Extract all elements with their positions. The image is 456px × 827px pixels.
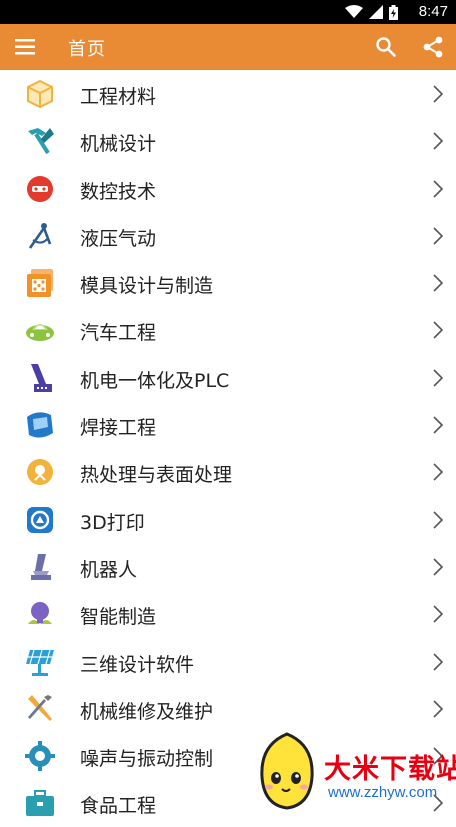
list-item-label: 3D打印 [80, 511, 145, 534]
page-title: 首页 [68, 39, 106, 60]
list-item-label: 机器人 [80, 558, 138, 581]
toolbox-icon [26, 790, 54, 817]
list-item[interactable]: 模具设计与制造 [0, 259, 456, 306]
search-icon[interactable] [375, 36, 397, 58]
status-time: 8:47 [418, 3, 448, 20]
app-bar: 首页 [0, 24, 456, 70]
list-item-label: 工程材料 [80, 86, 157, 108]
chevron-right-icon [433, 605, 444, 623]
chevron-right-icon [433, 416, 444, 434]
chevron-right-icon [433, 369, 444, 387]
list-item-label: 汽车工程 [80, 322, 157, 345]
wifi-icon [345, 5, 363, 18]
status-icons [345, 4, 398, 20]
category-list: 工程材料 机械设计 数控技术 液压气动 模具设计与制造 汽车工程 机电一体化及P… [0, 70, 456, 827]
robot-arm-icon [31, 553, 51, 580]
share-icon[interactable] [422, 36, 444, 58]
battery-icon [389, 4, 398, 20]
list-item[interactable]: 液压气动 [0, 212, 456, 259]
bulb-icon [28, 602, 52, 625]
solar-panel-icon [26, 649, 54, 676]
chevron-right-icon [433, 652, 444, 671]
list-item-label: 机械维修及维护 [80, 700, 214, 723]
list-item[interactable]: 工程材料 [0, 70, 456, 117]
list-item[interactable]: 三维设计软件 [0, 638, 456, 685]
chevron-right-icon [433, 511, 444, 529]
list-item[interactable]: 机械维修及维护 [0, 685, 456, 732]
list-item-label: 液压气动 [80, 227, 157, 250]
list-item-label: 机电一体化及PLC [80, 369, 230, 392]
chevron-right-icon [433, 180, 444, 198]
list-item[interactable]: 3D打印 [0, 496, 456, 543]
signal-icon [369, 5, 383, 19]
rice-mascot-icon [260, 732, 314, 810]
list-item-label: 机械设计 [80, 133, 157, 156]
menu-icon[interactable] [15, 38, 37, 56]
list-item[interactable]: 机械设计 [0, 117, 456, 164]
chevron-right-icon [433, 463, 444, 481]
list-item-label: 智能制造 [80, 606, 157, 629]
watermark: 大米下载站 www.zzhyw.com [248, 729, 456, 811]
list-item[interactable]: 智能制造 [0, 590, 456, 637]
wrench-screwdriver-icon [28, 694, 52, 721]
list-item-label: 模具设计与制造 [80, 275, 214, 298]
gear-icon [25, 741, 55, 772]
compass-icon [28, 222, 52, 249]
list-item-label: 三维设计软件 [80, 653, 195, 676]
chevron-right-icon [433, 321, 444, 340]
car-icon [26, 324, 54, 342]
cube-icon [27, 79, 53, 109]
chevron-right-icon [433, 274, 444, 292]
status-bar: 8:47 [0, 0, 456, 24]
chevron-right-icon [433, 558, 444, 576]
chevron-right-icon [433, 85, 444, 103]
list-item-label: 食品工程 [80, 795, 157, 818]
mold-icon [27, 269, 53, 298]
cnc-icon [27, 175, 53, 202]
list-item-label: 焊接工程 [80, 417, 157, 440]
welding-mask-icon [27, 412, 53, 438]
list-item[interactable]: 焊接工程 [0, 401, 456, 448]
watermark-brand: 大米下载站 [324, 754, 456, 785]
chevron-right-icon [433, 700, 444, 718]
list-item[interactable]: 机电一体化及PLC [0, 354, 456, 401]
chevron-right-icon [433, 132, 444, 150]
chevron-right-icon [433, 227, 444, 245]
list-item[interactable]: 数控技术 [0, 165, 456, 212]
hammer-icon [28, 128, 54, 155]
list-item[interactable]: 机器人 [0, 543, 456, 590]
list-item-label: 数控技术 [80, 180, 157, 203]
sun-badge-icon [27, 459, 53, 486]
machine-icon [31, 363, 52, 392]
watermark-url: www.zzhyw.com [328, 784, 438, 801]
list-item[interactable]: 汽车工程 [0, 306, 456, 353]
list-item-label: 噪声与振动控制 [80, 748, 214, 771]
list-item[interactable]: 热处理与表面处理 [0, 448, 456, 495]
list-item-label: 热处理与表面处理 [80, 464, 233, 487]
printer-3d-icon [27, 506, 53, 533]
